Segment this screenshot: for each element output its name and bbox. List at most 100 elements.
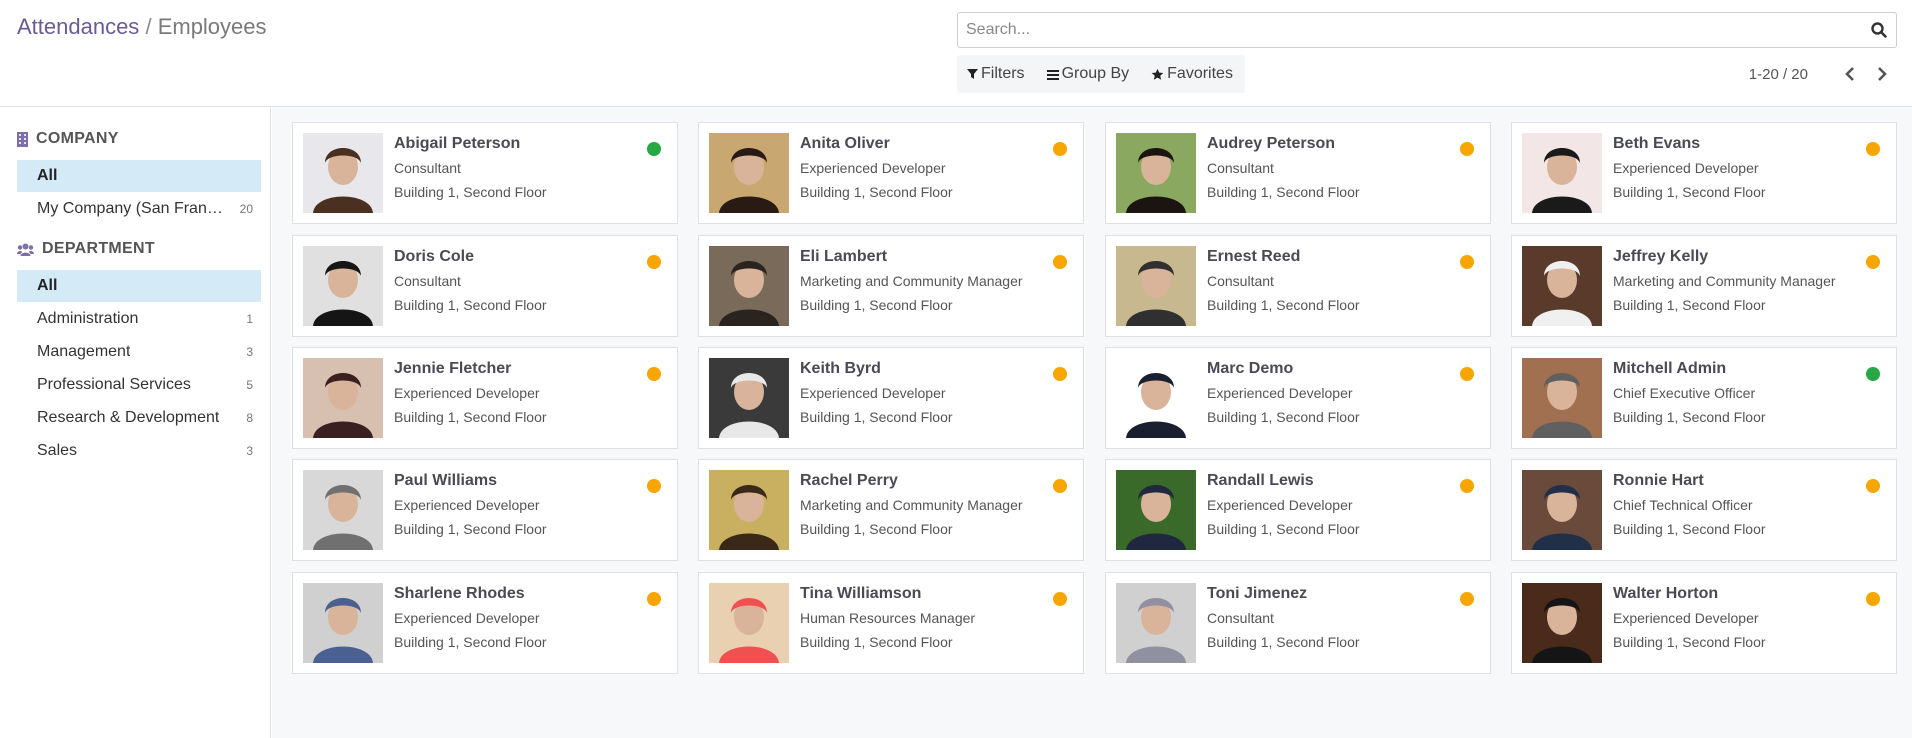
department-item-sales[interactable]: Sales 3 [17, 434, 261, 467]
employee-info: Marc Demo Experienced Developer Building 1… [1207, 360, 1360, 425]
employee-card[interactable]: Abigail Peterson Consultant Building 1, Se… [292, 122, 678, 224]
attendance-status-icon [647, 479, 661, 493]
department-item-count: 1 [246, 311, 253, 326]
employee-photo [1116, 133, 1196, 213]
control-panel: Attendances / Employees Filters Group By… [0, 0, 1912, 107]
employee-info: Toni Jimenez Consultant Building 1, Second… [1207, 585, 1360, 650]
employee-job-title: Consultant [394, 273, 461, 289]
employee-work-location: Building 1, Second Floor [800, 297, 953, 313]
employee-name: Randall Lewis [1207, 472, 1314, 489]
department-item-research-development[interactable]: Research & Development 8 [17, 401, 261, 434]
favorites-button[interactable]: Favorites [1151, 65, 1233, 83]
employee-card[interactable]: Tina Williamson Human Resources Manager Bu… [698, 572, 1084, 674]
attendance-status-icon [1053, 367, 1067, 381]
department-item-professional-services[interactable]: Professional Services 5 [17, 368, 261, 401]
employee-info: Jennie Fletcher Experienced Developer Buil… [394, 360, 547, 425]
chevron-left-icon [1845, 67, 1854, 81]
employee-card[interactable]: Sharlene Rhodes Experienced Developer Buil… [292, 572, 678, 674]
employee-card[interactable]: Marc Demo Experienced Developer Building 1… [1105, 347, 1491, 449]
department-item-count: 3 [246, 443, 253, 458]
employee-card[interactable]: Toni Jimenez Consultant Building 1, Second… [1105, 572, 1491, 674]
employee-photo [709, 358, 789, 438]
employee-name: Beth Evans [1613, 135, 1701, 152]
employee-card[interactable]: Doris Cole Consultant Building 1, Second F… [292, 235, 678, 337]
employee-photo [709, 246, 789, 326]
employee-name: Tina Williamson [800, 585, 922, 602]
attendance-status-icon [647, 367, 661, 381]
attendance-status-icon [1460, 142, 1474, 156]
group-by-button[interactable]: Group By [1046, 65, 1129, 83]
employee-info: Rachel Perry Marketing and Community Mana… [800, 472, 1023, 537]
department-item-management[interactable]: Management 3 [17, 335, 261, 368]
employee-photo [1522, 470, 1602, 550]
search-box [957, 12, 1897, 48]
department-section-header: DEPARTMENT [17, 238, 260, 260]
employee-job-title: Consultant [394, 160, 461, 176]
users-icon [17, 243, 34, 256]
employee-job-title: Chief Executive Officer [1613, 385, 1756, 401]
company-item-all[interactable]: All [17, 160, 261, 192]
department-item-label: Administration [37, 309, 139, 327]
employee-info: Mitchell Admin Chief Executive Officer Bui… [1613, 360, 1766, 425]
employee-work-location: Building 1, Second Floor [800, 184, 953, 200]
chevron-right-icon [1878, 67, 1887, 81]
breadcrumb: Attendances / Employees [17, 14, 267, 40]
employee-card[interactable]: Anita Oliver Experienced Developer Buildin… [698, 122, 1084, 224]
employee-work-location: Building 1, Second Floor [1207, 521, 1360, 537]
employee-info: Audrey Peterson Consultant Building 1, Sec… [1207, 135, 1360, 200]
pager-previous-button[interactable] [1840, 64, 1860, 84]
filters-label: Filters [981, 65, 1025, 82]
department-item-administration[interactable]: Administration 1 [17, 302, 261, 335]
employee-job-title: Consultant [1207, 610, 1274, 626]
filters-button[interactable]: Filters [967, 65, 1025, 83]
employee-name: Jeffrey Kelly [1613, 248, 1709, 265]
company-section-header: COMPANY [17, 128, 260, 150]
employee-card[interactable]: Walter Horton Experienced Developer Buildi… [1511, 572, 1897, 674]
employee-card[interactable]: Ernest Reed Consultant Building 1, Second … [1105, 235, 1491, 337]
pager-next-button[interactable] [1872, 64, 1892, 84]
favorites-label: Favorites [1167, 65, 1233, 82]
employee-work-location: Building 1, Second Floor [800, 521, 953, 537]
employee-card[interactable]: Ronnie Hart Chief Technical Officer Buildi… [1511, 459, 1897, 561]
employee-name: Paul Williams [394, 472, 497, 489]
company-item-count: 20 [239, 201, 253, 216]
search-input[interactable] [958, 13, 1838, 47]
employee-work-location: Building 1, Second Floor [1613, 409, 1766, 425]
breadcrumb-attendances-link[interactable]: Attendances [17, 14, 139, 39]
employee-card[interactable]: Paul Williams Experienced Developer Buildi… [292, 459, 678, 561]
bars-icon [1046, 69, 1059, 80]
employee-card[interactable]: Jeffrey Kelly Marketing and Community Man… [1511, 235, 1897, 337]
company-item-label: My Company (San Francisco) [37, 199, 227, 217]
company-item-my-company[interactable]: My Company (San Francisco) 20 [17, 192, 261, 225]
employee-name: Jennie Fletcher [394, 360, 512, 377]
attendance-status-icon [1053, 142, 1067, 156]
search-options-bar: Filters Group By Favorites [957, 55, 1245, 93]
employee-job-title: Experienced Developer [1613, 610, 1759, 626]
employee-work-location: Building 1, Second Floor [1613, 297, 1766, 313]
employee-card[interactable]: Keith Byrd Experienced Developer Building … [698, 347, 1084, 449]
company-section-title: COMPANY [36, 130, 119, 147]
employee-work-location: Building 1, Second Floor [1613, 184, 1766, 200]
employee-job-title: Experienced Developer [394, 385, 540, 401]
employee-job-title: Experienced Developer [1207, 497, 1353, 513]
employee-job-title: Marketing and Community Manager [800, 497, 1023, 513]
employee-card[interactable]: Eli Lambert Marketing and Community Manag… [698, 235, 1084, 337]
attendance-status-icon [647, 592, 661, 606]
employee-card[interactable]: Rachel Perry Marketing and Community Mana… [698, 459, 1084, 561]
pager-value[interactable]: 1-20 / 20 [1749, 66, 1808, 83]
pager: 1-20 / 20 [1749, 64, 1892, 84]
employee-info: Beth Evans Experienced Developer Building … [1613, 135, 1766, 200]
employee-work-location: Building 1, Second Floor [394, 634, 547, 650]
department-item-all[interactable]: All [17, 270, 261, 302]
employee-card[interactable]: Mitchell Admin Chief Executive Officer Bui… [1511, 347, 1897, 449]
employee-card[interactable]: Randall Lewis Experienced Developer Buildi… [1105, 459, 1491, 561]
star-icon [1151, 68, 1164, 80]
employee-card[interactable]: Jennie Fletcher Experienced Developer Buil… [292, 347, 678, 449]
employee-card[interactable]: Beth Evans Experienced Developer Building … [1511, 122, 1897, 224]
employee-info: Walter Horton Experienced Developer Buildi… [1613, 585, 1766, 650]
attendance-status-icon [1866, 479, 1880, 493]
employee-card[interactable]: Audrey Peterson Consultant Building 1, Sec… [1105, 122, 1491, 224]
search-icon[interactable] [1870, 21, 1888, 39]
kanban-view: Abigail Peterson Consultant Building 1, Se… [272, 107, 1912, 738]
employee-work-location: Building 1, Second Floor [394, 409, 547, 425]
